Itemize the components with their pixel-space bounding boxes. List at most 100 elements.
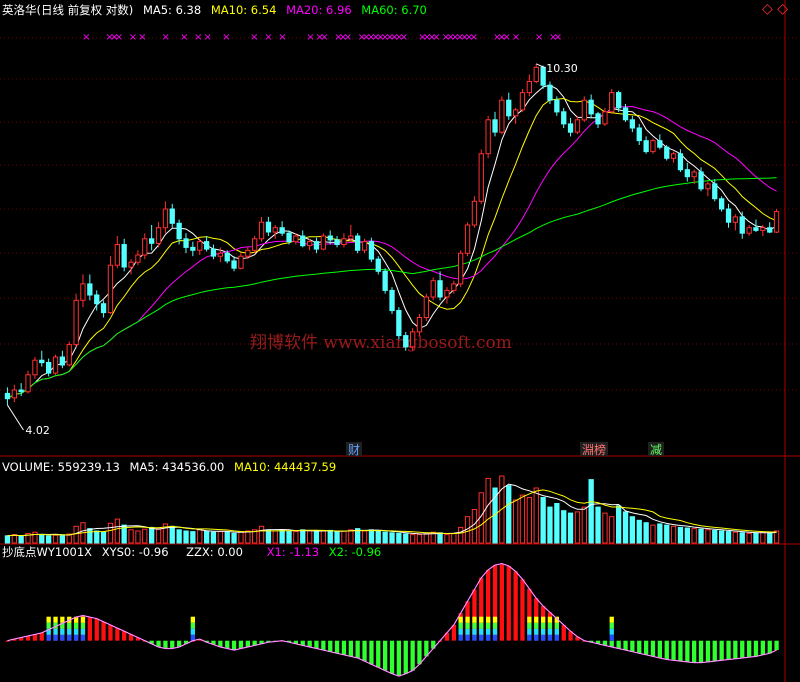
signal-stack-blue bbox=[554, 634, 559, 641]
candle-body bbox=[149, 238, 155, 244]
candle-body bbox=[691, 171, 697, 178]
volume-bar bbox=[622, 511, 629, 544]
candle-body bbox=[238, 255, 244, 269]
signal-stack-yellow bbox=[534, 616, 539, 623]
signal-marker: × bbox=[470, 32, 478, 43]
indicator-bar bbox=[341, 640, 347, 655]
indicator-bar bbox=[499, 563, 504, 641]
volume-bar bbox=[11, 534, 17, 544]
volume-bar bbox=[197, 529, 203, 544]
volume-bar bbox=[547, 506, 553, 544]
volume-bar bbox=[210, 531, 217, 544]
candle-body bbox=[66, 344, 72, 366]
volume-bar bbox=[739, 532, 745, 544]
candle-body bbox=[32, 359, 38, 376]
signal-stack-yellow bbox=[479, 616, 484, 623]
candle-body bbox=[773, 211, 780, 233]
signal-stack-blue bbox=[486, 634, 491, 641]
signal-stack-green bbox=[190, 622, 195, 629]
signal-marker: × bbox=[129, 32, 137, 43]
volume-bar bbox=[375, 530, 381, 544]
volume-bar bbox=[410, 534, 416, 544]
signal-stack-blue bbox=[609, 634, 614, 641]
candle-body bbox=[204, 241, 210, 250]
indicator-bar bbox=[94, 618, 99, 641]
volume-bar bbox=[32, 531, 38, 544]
signal-stack-yellow bbox=[190, 616, 195, 623]
ma5-label: MA5: 6.38 bbox=[142, 3, 202, 17]
candle-body bbox=[46, 362, 52, 374]
candle-body bbox=[368, 241, 375, 260]
signal-stack-cyan bbox=[486, 628, 491, 635]
indicator-bar bbox=[389, 640, 395, 674]
volume-bar bbox=[59, 535, 66, 544]
signal-stack-blue bbox=[67, 634, 72, 641]
volume-bar bbox=[39, 534, 45, 544]
indicator-bar bbox=[726, 640, 731, 660]
candle-body bbox=[327, 235, 333, 241]
signal-stack-blue bbox=[74, 634, 79, 641]
volume-bar bbox=[609, 516, 615, 544]
candle-body bbox=[629, 119, 636, 129]
volume-bar bbox=[691, 528, 697, 544]
signal-stack-blue bbox=[80, 634, 86, 641]
candle-body bbox=[437, 280, 443, 298]
indicator-bar bbox=[383, 640, 388, 671]
signal-stack-yellow bbox=[465, 616, 470, 623]
signal-stack-blue bbox=[458, 634, 463, 641]
indicator-bar bbox=[506, 565, 511, 641]
candle-body bbox=[746, 227, 752, 234]
candle-body bbox=[464, 224, 471, 254]
signal-marker: × bbox=[344, 32, 352, 43]
volume-bars-group bbox=[4, 475, 780, 544]
signal-stack-green bbox=[74, 622, 79, 629]
signal-marker: × bbox=[512, 32, 520, 43]
volume-bar bbox=[204, 530, 210, 544]
volume-bar bbox=[348, 529, 354, 544]
volume-bar bbox=[313, 531, 320, 544]
volume-bar bbox=[265, 529, 272, 544]
volume-bar bbox=[361, 530, 368, 544]
candle-body bbox=[581, 99, 588, 121]
indicator-bar bbox=[32, 634, 38, 641]
signal-marker: × bbox=[180, 32, 188, 43]
signal-marker: × bbox=[502, 32, 510, 43]
price-header: 英洛华(日线 前复权 对数) MA5: 6.38 MA10: 6.54 MA20… bbox=[2, 3, 433, 17]
indicator-bar bbox=[101, 621, 106, 641]
signal-stack-yellow bbox=[46, 616, 51, 623]
indicator-bar bbox=[410, 640, 415, 671]
corner-diamond-icon[interactable]: ◇ ◇ bbox=[762, 2, 788, 16]
volume-bar bbox=[636, 519, 642, 544]
volume-bar bbox=[719, 530, 725, 544]
candle-body bbox=[313, 241, 320, 250]
candle-body bbox=[732, 216, 739, 223]
indicator-bar bbox=[637, 640, 642, 654]
candle-body bbox=[636, 127, 642, 142]
volume-bar bbox=[485, 477, 491, 544]
candle-body bbox=[643, 140, 649, 153]
candle-body bbox=[142, 238, 148, 256]
volume-bar bbox=[725, 531, 732, 544]
volume-bar bbox=[526, 497, 533, 544]
signal-stack-yellow bbox=[527, 616, 532, 623]
candle-body bbox=[52, 356, 59, 374]
signal-stack-green bbox=[527, 622, 532, 629]
candle-body bbox=[561, 111, 567, 125]
candle-body bbox=[403, 335, 409, 348]
signal-stack-yellow bbox=[60, 616, 65, 623]
volume-bar bbox=[217, 531, 223, 544]
signal-stack-yellow bbox=[609, 616, 614, 623]
signal-marker: × bbox=[278, 32, 286, 43]
candle-body bbox=[286, 232, 292, 243]
candle-body bbox=[320, 235, 327, 250]
volume-bar bbox=[87, 528, 93, 544]
signal-stack-yellow bbox=[472, 616, 477, 623]
candle-body bbox=[341, 238, 347, 246]
volume-bar bbox=[588, 479, 594, 544]
candle-body bbox=[410, 331, 416, 348]
low-price-label: 4.02 bbox=[25, 424, 50, 437]
indicator-bar bbox=[616, 640, 621, 649]
candle-body bbox=[155, 227, 162, 244]
signal-marker: × bbox=[554, 32, 562, 43]
candle-body bbox=[698, 171, 704, 190]
